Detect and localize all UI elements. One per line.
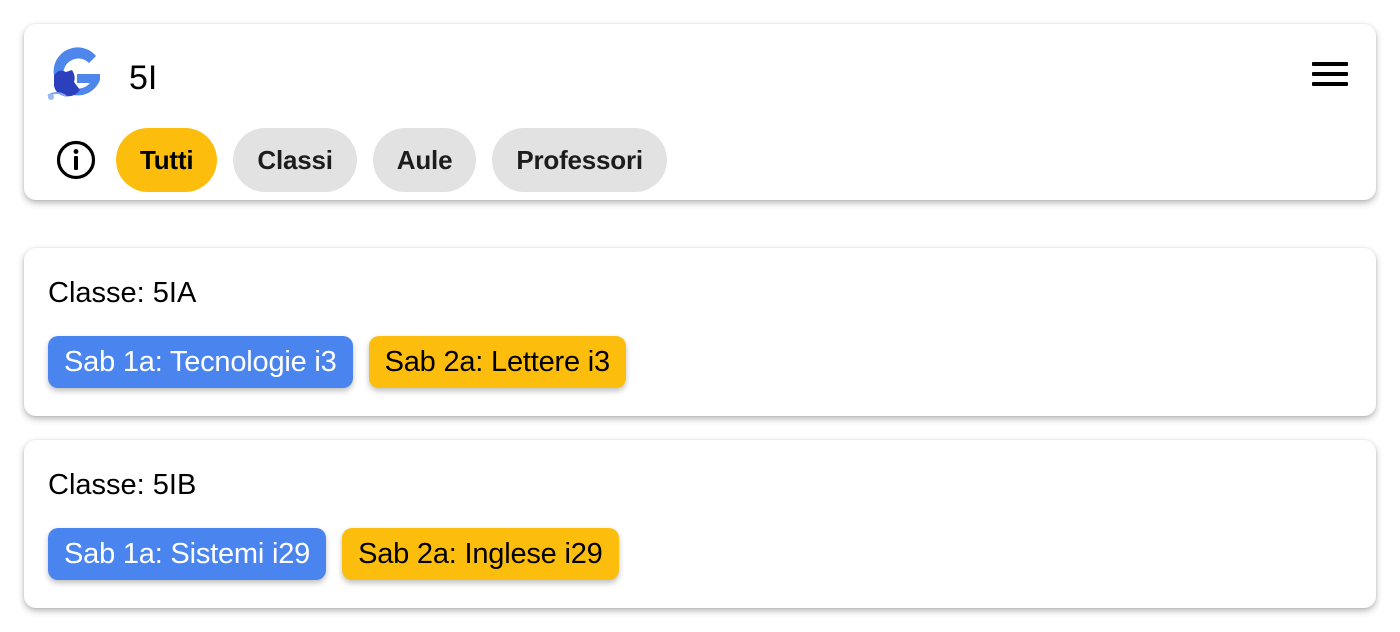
hamburger-menu-icon[interactable]: [1310, 58, 1350, 90]
filter-chip-aule[interactable]: Aule: [372, 128, 477, 192]
info-circle-icon[interactable]: [54, 138, 98, 182]
schedule-tags: Sab 1a: Sistemi i29 Sab 2a: Inglese i29: [48, 528, 635, 580]
result-card-5ia: Classe: 5IA Sab 1a: Tecnologie i3 Sab 2a…: [24, 248, 1376, 416]
schedule-tag[interactable]: Sab 1a: Sistemi i29: [48, 528, 327, 580]
header-card: 5I Tutti Classi Aule Professori: [24, 24, 1376, 200]
schedule-tag[interactable]: Sab 1a: Tecnologie i3: [48, 336, 353, 388]
schedule-tag[interactable]: Sab 2a: Inglese i29: [342, 528, 619, 580]
filter-chip-tutti[interactable]: Tutti: [116, 128, 218, 192]
filter-chip-classi[interactable]: Classi: [233, 128, 357, 192]
result-card-5ib: Classe: 5IB Sab 1a: Sistemi i29 Sab 2a: …: [24, 440, 1376, 608]
result-title: Classe: 5IB: [48, 469, 197, 501]
schedule-tags: Sab 1a: Tecnologie i3 Sab 2a: Lettere i3: [48, 336, 642, 388]
schedule-tag[interactable]: Sab 2a: Lettere i3: [368, 336, 626, 388]
search-query[interactable]: 5I: [129, 58, 157, 98]
filter-bar: Tutti Classi Aule Professori: [54, 128, 683, 192]
filter-chip-professori[interactable]: Professori: [492, 128, 667, 192]
result-title: Classe: 5IA: [48, 277, 197, 309]
app-logo-icon[interactable]: [44, 46, 104, 104]
